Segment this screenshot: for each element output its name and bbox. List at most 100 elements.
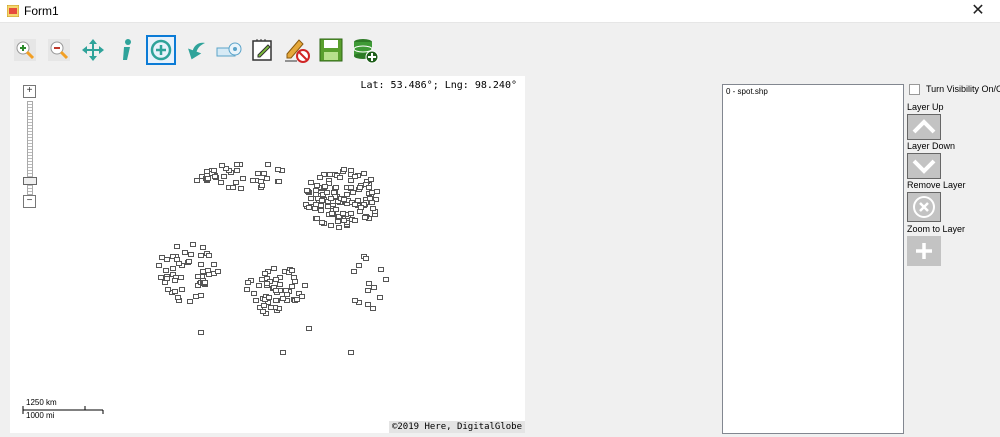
map-point (190, 242, 196, 247)
map-point (261, 171, 267, 176)
map-point (350, 190, 356, 195)
map-point (304, 188, 310, 193)
database-add-icon (353, 39, 379, 64)
layer-list-item[interactable]: 0 - spot.shp (726, 87, 768, 96)
map-point (195, 274, 201, 279)
map-point (175, 295, 181, 300)
zoom-in-button[interactable] (10, 35, 40, 65)
map-point (322, 184, 328, 189)
map-point (368, 177, 374, 182)
map-point (244, 287, 250, 292)
edit-button[interactable] (248, 35, 278, 65)
identify-button[interactable] (112, 35, 142, 65)
map-point (341, 167, 347, 172)
map-point (234, 168, 240, 173)
map-point (268, 305, 274, 310)
map-point (164, 257, 170, 262)
back-button[interactable] (180, 35, 210, 65)
map-point (230, 185, 236, 190)
map-point (306, 326, 312, 331)
map-point (256, 283, 262, 288)
map-point (211, 168, 217, 173)
map-point (273, 288, 279, 293)
map-point (289, 268, 295, 273)
map-point (198, 253, 204, 258)
map-point (358, 205, 364, 210)
add-point-button[interactable] (146, 35, 176, 65)
map-point (356, 263, 362, 268)
map-point (324, 190, 330, 195)
remove-layer-button[interactable] (907, 192, 941, 222)
zoom-to-layer-button[interactable] (907, 236, 941, 266)
map-point (302, 283, 308, 288)
map-point (284, 292, 290, 297)
map-point (313, 192, 319, 197)
measure-button[interactable] (214, 35, 244, 65)
zoom-slider-thumb[interactable] (23, 177, 37, 185)
map-point (162, 280, 168, 285)
map-point (198, 293, 204, 298)
close-button[interactable]: ✕ (956, 0, 1000, 22)
map-point (331, 190, 337, 195)
map-zoom-out-button[interactable]: − (23, 195, 36, 208)
map-point (276, 179, 282, 184)
map-point (218, 180, 224, 185)
zoom-in-icon (14, 39, 36, 61)
map-point (292, 279, 298, 284)
clear-icon (285, 39, 310, 63)
chevron-down-icon (912, 159, 936, 174)
save-button[interactable] (316, 35, 346, 65)
map-point (374, 189, 380, 194)
zoom-to-layer-label: Zoom to Layer (907, 224, 966, 234)
map-point (341, 218, 347, 223)
map-point (277, 282, 283, 287)
layer-down-label: Layer Down (907, 141, 956, 151)
map-point (383, 277, 389, 282)
map-point (170, 266, 176, 271)
map-point (202, 280, 208, 285)
zoom-out-button[interactable] (44, 35, 74, 65)
pan-button[interactable] (78, 35, 108, 65)
add-data-button[interactable] (350, 35, 380, 65)
map-point (348, 350, 354, 355)
map-view[interactable]: Lat: 53.486°; Lng: 98.240° + − 1250 km 1… (10, 76, 525, 433)
add-point-icon (150, 39, 172, 61)
map-point (211, 262, 217, 267)
pan-icon (82, 39, 104, 61)
map-point (174, 244, 180, 249)
map-point (240, 176, 246, 181)
layer-up-button[interactable] (907, 114, 941, 140)
map-point (264, 176, 270, 181)
map-point (212, 174, 218, 179)
map-point (329, 211, 335, 216)
map-point (165, 287, 171, 292)
clear-button[interactable] (282, 35, 312, 65)
layer-list[interactable]: 0 - spot.shp (722, 84, 904, 434)
map-point (271, 266, 277, 271)
back-arrow-icon (188, 42, 205, 60)
map-point (289, 284, 295, 289)
map-point (205, 176, 211, 181)
map-point (366, 281, 372, 286)
map-zoom-in-button[interactable]: + (23, 85, 36, 98)
title-bar: Form1 ✕ (0, 0, 1000, 23)
map-point (337, 175, 343, 180)
map-point (234, 162, 240, 167)
map-point (182, 250, 188, 255)
app-icon (7, 5, 19, 17)
map-point (187, 299, 193, 304)
map-point (273, 277, 279, 282)
map-point (280, 350, 286, 355)
visibility-checkbox[interactable] (909, 84, 920, 95)
map-point (198, 330, 204, 335)
map-point (188, 252, 194, 257)
map-point (215, 269, 221, 274)
layer-down-button[interactable] (907, 153, 941, 179)
map-point (336, 225, 342, 230)
map-point (250, 178, 256, 183)
map-point (261, 303, 267, 308)
map-point (273, 298, 279, 303)
map-point (174, 257, 180, 262)
map-point (317, 175, 323, 180)
map-point (238, 186, 244, 191)
